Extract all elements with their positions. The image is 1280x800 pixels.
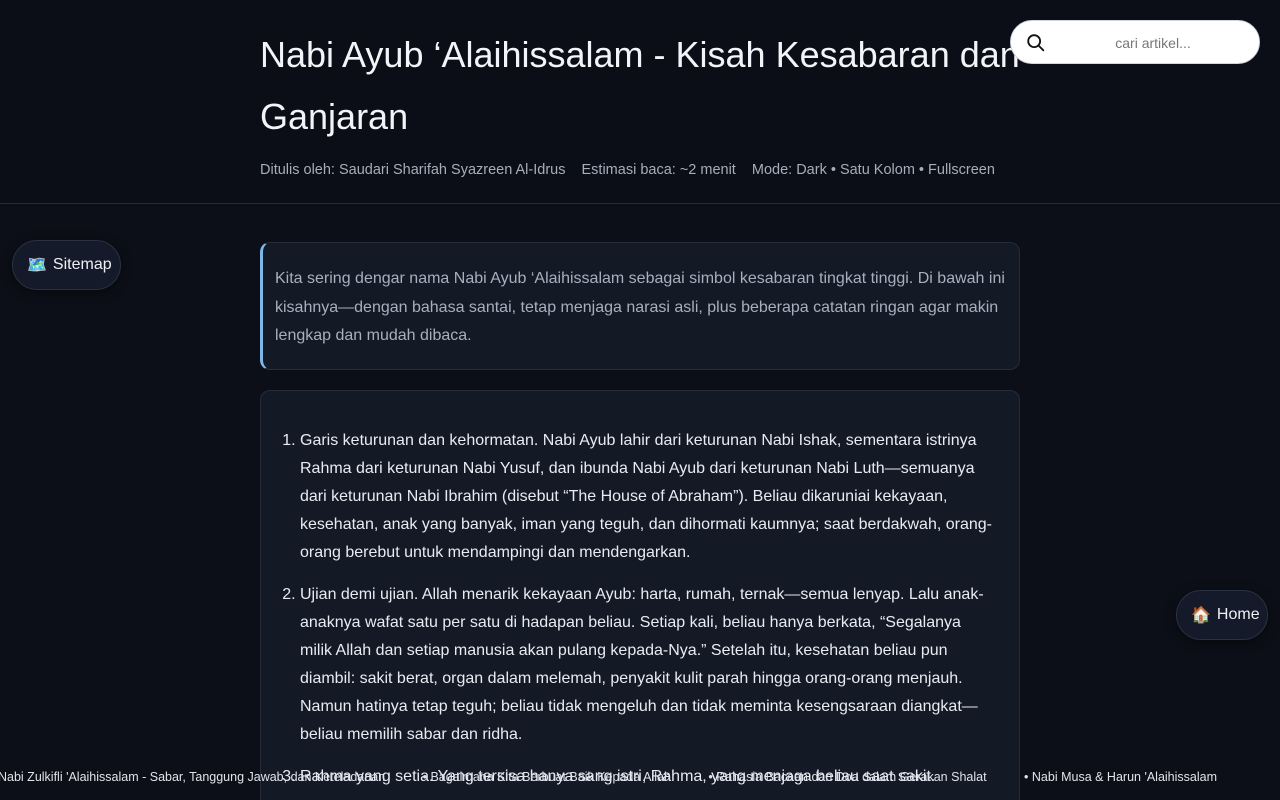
sitemap-label: Sitemap: [52, 256, 112, 273]
ticker-link[interactable]: Nabi Zulkifli 'Alaihissalam - Sabar, Tan…: [0, 770, 385, 784]
list-item: Ujian demi ujian. Allah menarik kekayaan…: [300, 581, 993, 749]
search-input[interactable]: [1055, 27, 1251, 59]
author-label: Ditulis oleh: Saudari Sharifah Syazreen …: [260, 162, 566, 178]
intro-box: Kita sering dengar nama Nabi Ayub ‘Alaih…: [260, 242, 1020, 370]
map-icon: 🗺️: [27, 257, 47, 274]
home-button[interactable]: 🏠 Home: [1176, 590, 1268, 640]
read-time-label: Estimasi baca: ~2 menit: [581, 162, 736, 178]
article-content: Garis keturunan dan kehormatan. Nabi Ayu…: [260, 390, 1020, 800]
search-box[interactable]: [1010, 20, 1260, 64]
home-label: Home: [1216, 606, 1260, 623]
search-icon[interactable]: [1025, 32, 1047, 54]
list-item: Garis keturunan dan kehormatan. Nabi Ayu…: [300, 427, 993, 567]
ticker-link[interactable]: • Nabi Musa & Harun 'Alaihissalam: [1024, 770, 1217, 784]
ticker-link[interactable]: • Bagaimana Kita Berbuat Baik Kepada All…: [423, 770, 671, 784]
article-meta: Ditulis oleh: Saudari Sharifah Syazreen …: [260, 162, 1007, 178]
related-articles-ticker: Nabi Zulkifli 'Alaihissalam - Sabar, Tan…: [0, 766, 1280, 790]
house-icon: 🏠: [1191, 607, 1211, 624]
mode-label: Mode: Dark • Satu Kolom • Fullscreen: [751, 162, 995, 178]
page-title: Nabi Ayub ‘Alaihissalam - Kisah Kesabara…: [260, 34, 1020, 137]
article-header: Nabi Ayub ‘Alaihissalam - Kisah Kesabara…: [0, 0, 1280, 204]
sitemap-button[interactable]: 🗺️ Sitemap: [12, 240, 121, 290]
story-list: Garis keturunan dan kehormatan. Nabi Ayu…: [300, 427, 993, 791]
intro-text: Kita sering dengar nama Nabi Ayub ‘Alaih…: [275, 270, 1005, 344]
ticker-track: Nabi Zulkifli 'Alaihissalam - Sabar, Tan…: [0, 770, 1251, 784]
ticker-link[interactable]: • Rahasia Bacaan dan Doa dalam Gerakan S…: [708, 770, 986, 784]
